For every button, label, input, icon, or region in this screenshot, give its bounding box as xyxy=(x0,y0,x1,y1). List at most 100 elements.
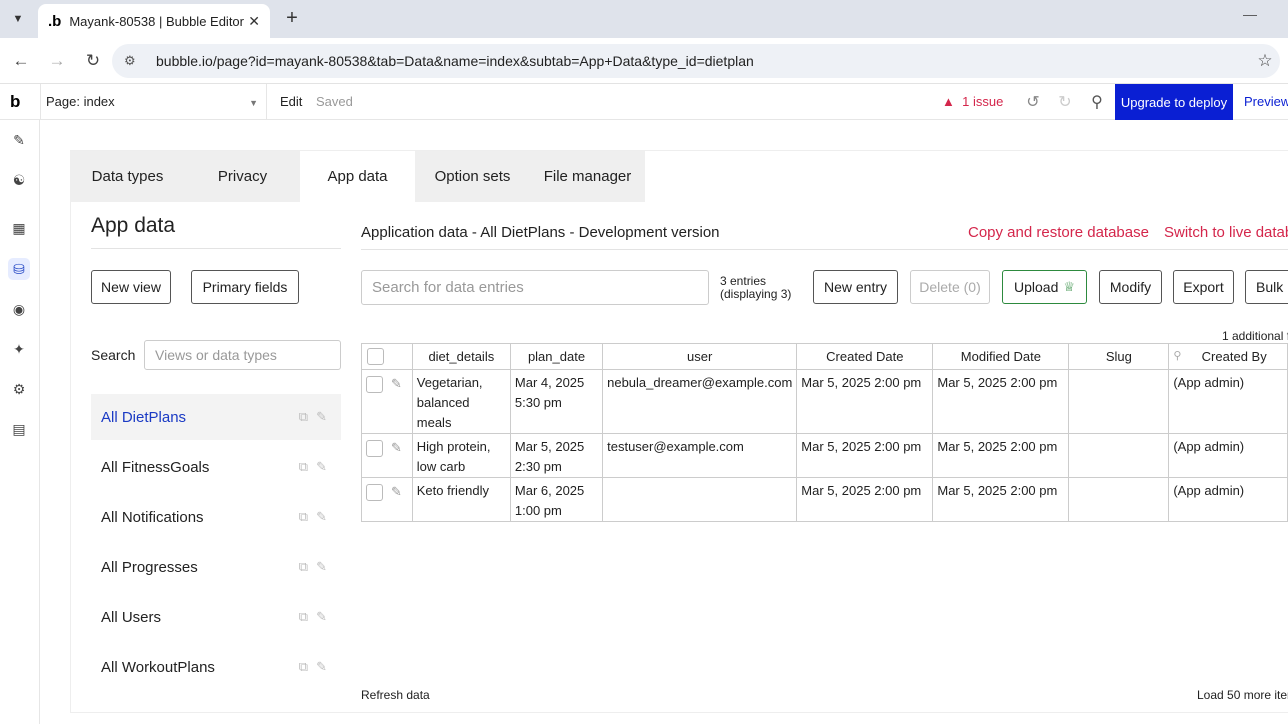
sidebar-item-all-progresses[interactable]: All Progresses ⧉✎ xyxy=(91,544,341,590)
table-cell[interactable]: Mar 4, 2025 5:30 pm xyxy=(510,370,602,434)
page-select-dropdown[interactable]: Page: index ▼ xyxy=(40,84,267,120)
copy-icon[interactable]: ⧉ xyxy=(299,509,308,525)
url-field[interactable]: ⚙ bubble.io/page?id=mayank-80538&tab=Dat… xyxy=(112,44,1280,78)
edit-pencil-icon[interactable]: ✎ xyxy=(316,609,327,625)
settings-gear-icon[interactable]: ⚙ xyxy=(8,378,30,400)
bookmark-star-icon[interactable]: ☆ xyxy=(1250,51,1280,71)
sidebar-item-all-notifications[interactable]: All Notifications ⧉✎ xyxy=(91,494,341,540)
copy-icon[interactable]: ⧉ xyxy=(299,409,308,425)
table-cell[interactable] xyxy=(1069,478,1169,522)
new-tab-icon[interactable]: + xyxy=(280,7,304,31)
edit-pencil-icon[interactable]: ✎ xyxy=(316,509,327,525)
tab-option-sets[interactable]: Option sets xyxy=(415,151,530,202)
reload-icon[interactable]: ↻ xyxy=(82,50,104,72)
table-cell[interactable]: Vegetarian, balanced meals xyxy=(412,370,510,434)
table-cell[interactable]: High protein, low carb xyxy=(412,434,510,478)
copy-icon[interactable]: ⧉ xyxy=(299,609,308,625)
copy-icon[interactable]: ⧉ xyxy=(299,459,308,475)
table-cell[interactable]: Mar 5, 2025 2:30 pm xyxy=(510,434,602,478)
table-cell[interactable]: Mar 5, 2025 2:00 pm xyxy=(933,434,1069,478)
copy-icon[interactable]: ⧉ xyxy=(299,559,308,575)
logs-chart-icon[interactable]: ▤ xyxy=(8,418,30,440)
url-text[interactable]: bubble.io/page?id=mayank-80538&tab=Data&… xyxy=(156,53,1250,69)
design-pencil-icon[interactable]: ✎ xyxy=(8,129,30,151)
table-cell[interactable]: nebula_dreamer@example.com xyxy=(603,370,797,434)
database-icon[interactable]: ⛁ xyxy=(8,258,30,280)
edit-pencil-icon[interactable]: ✎ xyxy=(391,438,402,458)
edit-pencil-icon[interactable]: ✎ xyxy=(391,482,402,502)
edit-pencil-icon[interactable]: ✎ xyxy=(316,409,327,425)
redo-icon[interactable]: ↻ xyxy=(1055,92,1075,112)
edit-pencil-icon[interactable]: ✎ xyxy=(316,659,327,675)
table-cell[interactable] xyxy=(1069,370,1169,434)
table-cell[interactable]: Mar 5, 2025 2:00 pm xyxy=(797,434,933,478)
sidebar-item-all-fitnessgoals[interactable]: All FitnessGoals ⧉✎ xyxy=(91,444,341,490)
upload-button[interactable]: Upload♕ xyxy=(1002,270,1087,304)
back-arrow-icon[interactable]: ← xyxy=(10,50,32,72)
bulk-button[interactable]: Bulk xyxy=(1245,270,1288,304)
export-button[interactable]: Export xyxy=(1173,270,1234,304)
table-cell[interactable] xyxy=(603,478,797,522)
column-header[interactable]: Modified Date xyxy=(933,344,1069,370)
column-header[interactable]: plan_date xyxy=(510,344,602,370)
table-cell[interactable]: Mar 5, 2025 2:00 pm xyxy=(797,370,933,434)
new-view-button[interactable]: New view xyxy=(91,270,171,304)
tab-file-manager[interactable]: File manager xyxy=(530,151,645,202)
edit-menu[interactable]: Edit xyxy=(280,94,302,109)
sidebar-item-all-users[interactable]: All Users ⧉✎ xyxy=(91,594,341,640)
load-more-link[interactable]: Load 50 more items xyxy=(1197,688,1288,702)
select-all-checkbox[interactable] xyxy=(367,348,384,365)
table-cell[interactable]: Mar 6, 2025 1:00 pm xyxy=(510,478,602,522)
undo-icon[interactable]: ↺ xyxy=(1023,92,1043,112)
tab-privacy[interactable]: Privacy xyxy=(185,151,300,202)
layout-icon[interactable]: ▦ xyxy=(8,217,30,239)
bubble-logo-icon[interactable]: b xyxy=(10,92,20,112)
primary-fields-button[interactable]: Primary fields xyxy=(191,270,299,304)
table-cell[interactable]: Mar 5, 2025 2:00 pm xyxy=(933,370,1069,434)
forward-arrow-icon[interactable]: → xyxy=(46,50,68,72)
table-cell[interactable] xyxy=(1069,434,1169,478)
views-search-input[interactable]: Views or data types xyxy=(144,340,341,370)
site-info-icon[interactable]: ⚙ xyxy=(124,53,144,69)
browser-tab[interactable]: .b Mayank-80538 | Bubble Editor ✕ xyxy=(38,4,270,38)
table-cell[interactable]: Mar 5, 2025 2:00 pm xyxy=(797,478,933,522)
tab-app-data[interactable]: App data xyxy=(300,151,415,202)
column-header[interactable]: Slug xyxy=(1069,344,1169,370)
sidebar-item-all-workoutplans[interactable]: All WorkoutPlans ⧉✎ xyxy=(91,644,341,690)
table-cell[interactable]: Mar 5, 2025 2:00 pm xyxy=(933,478,1069,522)
search-icon[interactable]: ⚲ xyxy=(1087,92,1107,112)
table-cell[interactable]: Keto friendly xyxy=(412,478,510,522)
column-header[interactable]: Created Date xyxy=(797,344,933,370)
switch-live-database-link[interactable]: Switch to live database xyxy=(1164,224,1288,241)
row-checkbox[interactable] xyxy=(366,484,383,501)
issues-indicator[interactable]: ▲ 1 issue xyxy=(942,94,1003,109)
row-checkbox[interactable] xyxy=(366,376,383,393)
row-checkbox[interactable] xyxy=(366,440,383,457)
delete-button[interactable]: Delete (0) xyxy=(910,270,990,304)
close-tab-icon[interactable]: ✕ xyxy=(248,13,260,30)
copy-restore-database-link[interactable]: Copy and restore database xyxy=(968,224,1149,241)
search-icon[interactable]: ⚲ xyxy=(1169,349,1181,362)
table-cell[interactable]: (App admin) xyxy=(1169,370,1288,434)
data-search-input[interactable]: Search for data entries xyxy=(361,270,709,305)
copy-icon[interactable]: ⧉ xyxy=(299,659,308,675)
column-header[interactable]: user xyxy=(603,344,797,370)
edit-pencil-icon[interactable]: ✎ xyxy=(391,374,402,394)
tab-search-chevron-icon[interactable]: ▼ xyxy=(6,7,30,31)
tab-data-types[interactable]: Data types xyxy=(70,151,185,202)
preview-link[interactable]: Preview xyxy=(1244,94,1288,109)
modify-button[interactable]: Modify xyxy=(1099,270,1162,304)
plugin-icon[interactable]: ✦ xyxy=(8,338,30,360)
sidebar-item-all-dietplans[interactable]: All DietPlans ⧉✎ xyxy=(91,394,341,440)
table-cell[interactable]: testuser@example.com xyxy=(603,434,797,478)
column-header[interactable]: diet_details xyxy=(412,344,510,370)
edit-pencil-icon[interactable]: ✎ xyxy=(316,459,327,475)
upgrade-to-deploy-button[interactable]: Upgrade to deploy xyxy=(1115,84,1233,120)
column-header-created-by[interactable]: ⚲ Created By xyxy=(1169,344,1288,370)
new-entry-button[interactable]: New entry xyxy=(813,270,898,304)
workflow-icon[interactable]: ☯ xyxy=(8,169,30,191)
minimize-window-icon[interactable]: — xyxy=(1240,6,1260,26)
refresh-data-link[interactable]: Refresh data xyxy=(361,688,430,702)
additional-fields-note[interactable]: 1 additional field xyxy=(1222,329,1288,343)
table-cell[interactable]: (App admin) xyxy=(1169,478,1288,522)
